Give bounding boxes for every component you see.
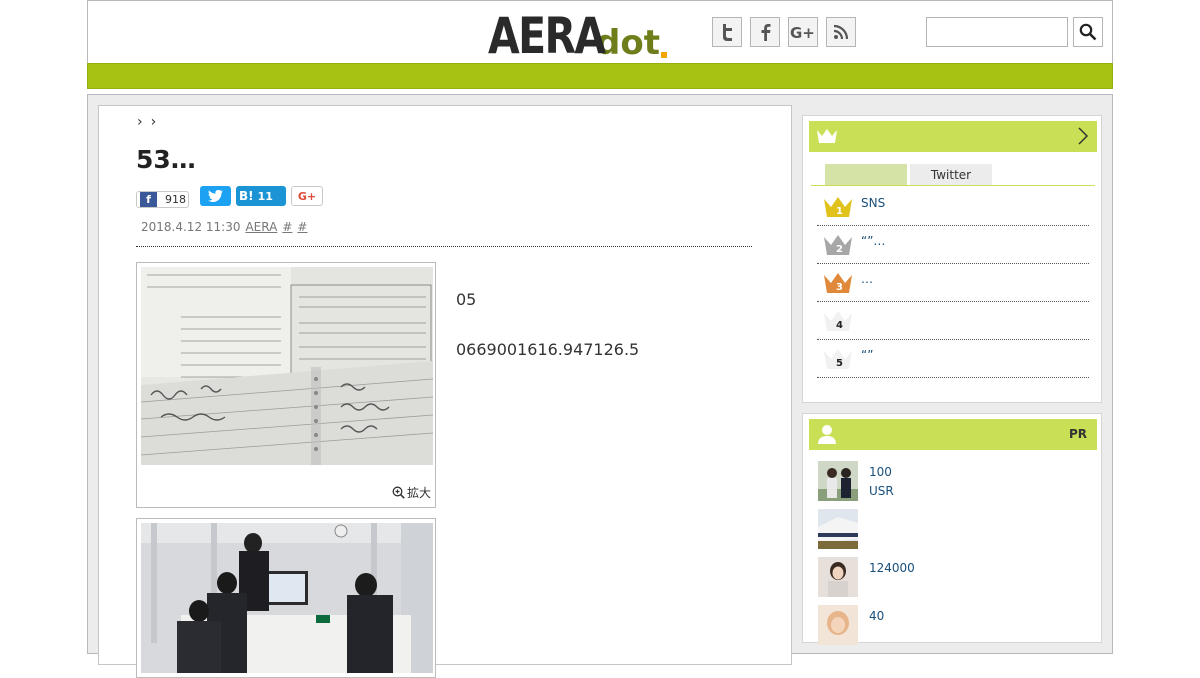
rank-number: 2 xyxy=(836,244,843,255)
facebook-share-button[interactable]: f 918 xyxy=(136,191,189,208)
meta-divider xyxy=(136,246,752,247)
search-button[interactable] xyxy=(1073,17,1103,47)
facebook-icon: f xyxy=(140,192,157,207)
tag-link[interactable]: # xyxy=(282,220,292,234)
search-icon xyxy=(1079,23,1097,41)
pr-item-text: 124000 xyxy=(869,561,915,575)
ranking-header[interactable] xyxy=(809,121,1097,152)
breadcrumb-item[interactable]: › xyxy=(151,114,157,130)
svg-text:G+: G+ xyxy=(790,24,815,40)
facebook-icon xyxy=(761,24,771,41)
tab-ranking-default[interactable] xyxy=(825,164,907,185)
ranking-item[interactable]: 3 … xyxy=(817,264,1089,302)
breadcrumb: › › xyxy=(137,114,156,130)
ranking-item[interactable]: 2 “”… xyxy=(817,226,1089,264)
ranking-item[interactable]: 4 xyxy=(817,302,1089,340)
pr-header: PR xyxy=(809,419,1097,450)
pr-item[interactable]: 40 xyxy=(818,605,1088,647)
googleplus-label: G+ xyxy=(297,189,317,203)
rank-number: 5 xyxy=(836,358,843,369)
meeting-photo-image xyxy=(141,523,433,673)
rank-number: 1 xyxy=(836,206,843,217)
hatena-label: B! xyxy=(239,189,254,203)
tag-link[interactable]: # xyxy=(297,220,307,234)
pr-thumbnail xyxy=(818,557,858,597)
logo-main: AERA xyxy=(488,7,606,65)
article-paragraph: 05 xyxy=(456,290,477,309)
chevron-right-icon[interactable] xyxy=(1077,126,1089,146)
facebook-share-count: 918 xyxy=(165,193,186,206)
breadcrumb-item[interactable]: › xyxy=(137,114,143,130)
zoom-icon xyxy=(392,486,405,499)
pr-thumbnail xyxy=(818,509,858,549)
zoom-label: 拡大 xyxy=(406,486,431,500)
pr-label: PR xyxy=(1068,427,1087,441)
global-nav-bar xyxy=(87,63,1113,89)
pr-thumbnail xyxy=(818,461,858,501)
article-column: › › 53… f 918 B! 11 G+ 2018.4.12 11:30 A… xyxy=(98,105,792,678)
ranking-item[interactable]: 1 SNS xyxy=(817,188,1089,226)
crown-icon xyxy=(817,129,837,143)
ranking-item-title: SNS xyxy=(861,196,886,210)
site-logo[interactable]: AERA dot xyxy=(488,7,667,61)
pr-item-text: 40 xyxy=(869,609,885,623)
article-datetime: 2018.4.12 11:30 xyxy=(141,220,241,234)
author-link[interactable]: AERA xyxy=(245,220,277,234)
site-header: AERA dot G+ xyxy=(87,0,1113,64)
pr-item[interactable] xyxy=(818,509,1088,551)
pr-item[interactable]: 100 USR xyxy=(818,461,1088,503)
notebook-photo-image xyxy=(141,267,433,465)
logo-sub: dot xyxy=(596,23,660,63)
rank-number: 3 xyxy=(836,282,843,293)
zoom-button[interactable]: 拡大 xyxy=(392,484,431,501)
pr-item[interactable]: 124000 xyxy=(818,557,1088,599)
pr-thumbnail xyxy=(818,605,858,645)
twitter-bird-icon xyxy=(208,190,223,202)
ranking-item-title: “”… xyxy=(861,234,886,248)
ranking-item[interactable]: 5 “” xyxy=(817,340,1089,378)
pr-item-text: 100 USR xyxy=(869,465,894,498)
ranking-item-title: … xyxy=(861,272,873,286)
ranking-tabs: Twitter xyxy=(825,164,992,185)
rss-icon xyxy=(833,24,849,40)
pr-widget: PR 100 USR 124000 40 xyxy=(802,413,1102,645)
tab-twitter[interactable]: Twitter xyxy=(910,164,992,185)
twitter-button[interactable] xyxy=(712,17,742,47)
logo-dot-mark xyxy=(660,52,667,58)
search-input[interactable] xyxy=(926,17,1068,47)
article-title: 53… xyxy=(136,145,196,174)
rank-number: 4 xyxy=(836,320,843,331)
hatena-bookmark-button[interactable]: B! 11 xyxy=(236,186,286,206)
article-photo[interactable] xyxy=(136,518,436,678)
googleplus-button[interactable]: G+ xyxy=(788,17,818,47)
rss-button[interactable] xyxy=(826,17,856,47)
article-photo[interactable]: 拡大 xyxy=(136,262,436,508)
hatena-count: 11 xyxy=(257,189,273,203)
article-body: 05 0669001616.947126.5 xyxy=(456,262,754,387)
googleplus-share-button[interactable]: G+ xyxy=(291,186,323,206)
article-meta: 2018.4.12 11:30 AERA # # xyxy=(141,220,307,234)
tab-underline xyxy=(811,185,1095,186)
facebook-button[interactable] xyxy=(750,17,780,47)
twitter-icon xyxy=(723,24,732,41)
ranking-widget: Twitter 1 SNS 2 “”… 3 … 4 5 “” xyxy=(802,115,1102,403)
person-icon xyxy=(818,425,836,444)
article-paragraph: 0669001616.947126.5 xyxy=(456,340,640,359)
googleplus-icon: G+ xyxy=(790,24,815,40)
twitter-share-button[interactable] xyxy=(200,186,231,206)
ranking-item-title: “” xyxy=(861,348,874,362)
